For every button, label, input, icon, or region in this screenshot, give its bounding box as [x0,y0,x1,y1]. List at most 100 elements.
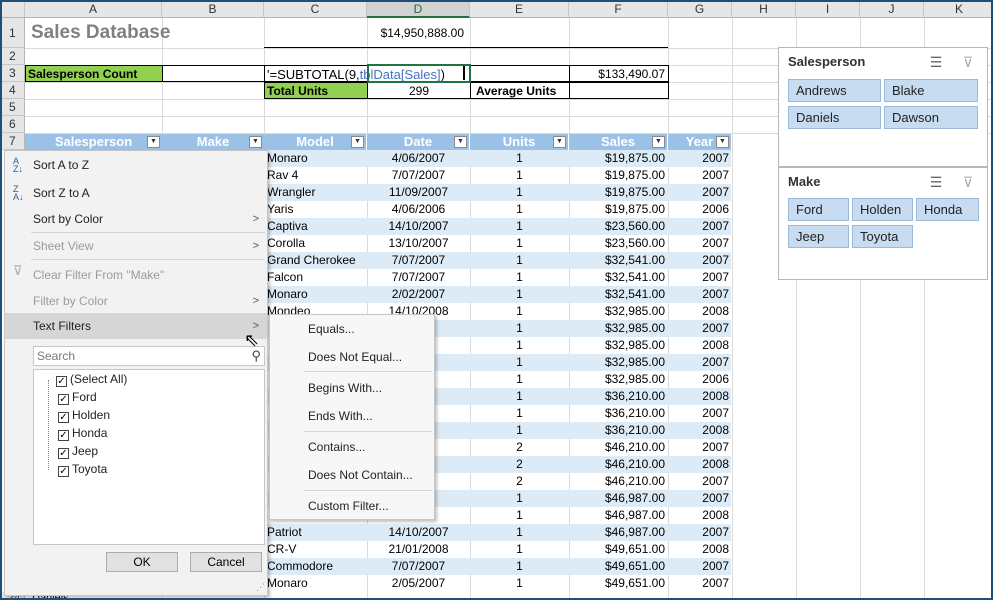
slicer-item-honda[interactable]: Honda [916,198,979,221]
table-cell-units[interactable]: 1 [470,371,569,388]
table-cell-year[interactable]: 2008 [668,337,732,354]
table-cell-units[interactable]: 2 [470,439,569,456]
table-cell-sales[interactable]: $36,210.00 [569,388,668,405]
filter-item-jeep[interactable]: ✓ Jeep [58,442,98,460]
table-cell-date[interactable]: 14/10/2007 [367,524,470,541]
table-cell-units[interactable]: 1 [470,422,569,439]
table-cell-units[interactable]: 1 [470,337,569,354]
table-cell-model[interactable]: Grand Cherokee [265,252,367,269]
table-cell-year[interactable]: 2007 [668,235,732,252]
table-cell-year[interactable]: 2007 [668,473,732,490]
column-header-i[interactable]: I [796,2,860,18]
slicer-item-jeep[interactable]: Jeep [788,225,849,248]
sort-z-to-a[interactable]: Z A↓ Sort Z to A [5,180,267,206]
table-cell-model[interactable]: Monaro [265,575,367,592]
table-cell-sales[interactable]: $46,210.00 [569,473,668,490]
table-cell-year[interactable]: 2007 [668,252,732,269]
table-cell-date[interactable]: 2/05/2007 [367,575,470,592]
checkbox-checked-icon[interactable]: ✓ [58,412,69,423]
table-cell-sales[interactable]: $23,560.00 [569,235,668,252]
table-header-make[interactable]: Make ▼ [162,134,265,150]
filter-equals[interactable]: Equals... [270,317,434,341]
table-cell-sales[interactable]: $19,875.00 [569,167,668,184]
filter-dropdown-icon[interactable]: ▼ [351,136,364,148]
average-units-label[interactable]: Average Units [470,82,570,99]
filter-item-toyota[interactable]: ✓ Toyota [58,460,107,478]
slicer-item-holden[interactable]: Holden [852,198,913,221]
f3-value[interactable]: $133,490.07 [569,65,669,82]
table-cell-units[interactable]: 1 [470,150,569,167]
slicer-item-ford[interactable]: Ford [788,198,849,221]
table-cell-sales[interactable]: $46,987.00 [569,507,668,524]
filter-begins-with[interactable]: Begins With... [270,376,434,400]
table-cell-units[interactable]: 2 [470,456,569,473]
table-cell-year[interactable]: 2008 [668,422,732,439]
table-cell-year[interactable]: 2007 [668,405,732,422]
table-cell-sales[interactable]: $49,651.00 [569,575,668,592]
table-cell-year[interactable]: 2007 [668,490,732,507]
table-cell-units[interactable]: 1 [470,167,569,184]
filter-dropdown-icon[interactable]: ▼ [652,136,665,148]
row-header-4[interactable]: 4 [2,82,25,99]
table-header-salesperson[interactable]: Salesperson ▼ [25,134,163,150]
table-cell-sales[interactable]: $32,541.00 [569,269,668,286]
filter-dropdown-icon[interactable]: ▼ [454,136,467,148]
select-all-corner[interactable] [2,2,25,18]
table-cell-units[interactable]: 1 [470,235,569,252]
table-cell-date[interactable]: 11/09/2007 [367,184,470,201]
checkbox-checked-icon[interactable]: ✓ [58,394,69,405]
table-cell-sales[interactable]: $46,210.00 [569,456,668,473]
table-cell-date[interactable]: 7/07/2007 [367,167,470,184]
table-cell-units[interactable]: 1 [470,507,569,524]
average-units-value[interactable] [569,82,669,99]
table-cell-date[interactable]: 7/07/2007 [367,252,470,269]
cancel-button[interactable]: Cancel [190,552,262,572]
column-header-f[interactable]: F [569,2,668,18]
table-cell-year[interactable]: 2008 [668,303,732,320]
table-cell-sales[interactable]: $46,987.00 [569,524,668,541]
table-cell-sales[interactable]: $32,985.00 [569,303,668,320]
table-cell-sales[interactable]: $32,985.00 [569,337,668,354]
text-filters[interactable]: Text Filters > [5,313,267,339]
table-cell-year[interactable]: 2007 [668,184,732,201]
filter-does-not-contain[interactable]: Does Not Contain... [270,463,434,487]
table-cell-date[interactable]: 21/01/2008 [367,541,470,558]
table-header-sales[interactable]: Sales ▼ [569,134,668,150]
table-cell-units[interactable]: 1 [470,558,569,575]
slicer-item-daniels[interactable]: Daniels [788,106,881,129]
slicer-item-toyota[interactable]: Toyota [852,225,913,248]
column-header-a[interactable]: A [25,2,162,18]
table-cell-year[interactable]: 2007 [668,286,732,303]
checkbox-checked-icon[interactable]: ✓ [58,430,69,441]
table-cell-year[interactable]: 2008 [668,541,732,558]
column-header-k[interactable]: K [924,2,991,18]
table-cell-units[interactable]: 1 [470,405,569,422]
filter-contains[interactable]: Contains... [270,435,434,459]
column-header-g[interactable]: G [668,2,732,18]
salesperson-count-label[interactable]: Salesperson Count [25,65,163,82]
checkbox-checked-icon[interactable]: ✓ [56,376,67,387]
table-cell-year[interactable]: 2007 [668,150,732,167]
table-cell-sales[interactable]: $23,560.00 [569,218,668,235]
table-cell-date[interactable]: 7/07/2007 [367,558,470,575]
slicer-item-andrews[interactable]: Andrews [788,79,881,102]
table-cell-year[interactable]: 2007 [668,167,732,184]
table-cell-year[interactable]: 2006 [668,371,732,388]
table-cell-units[interactable]: 1 [470,490,569,507]
table-cell-model[interactable]: Falcon [265,269,367,286]
filter-search-input[interactable]: Search ⚲ [33,346,265,366]
table-cell-sales[interactable]: $32,541.00 [569,252,668,269]
table-cell-units[interactable]: 1 [470,269,569,286]
table-cell-year[interactable]: 2007 [668,354,732,371]
d1-total[interactable]: $14,950,888.00 [367,25,467,42]
table-cell-units[interactable]: 1 [470,524,569,541]
table-cell-year[interactable]: 2008 [668,388,732,405]
table-cell-year[interactable]: 2007 [668,558,732,575]
filter-dropdown-icon[interactable]: ▼ [716,136,729,148]
table-cell-sales[interactable]: $46,987.00 [569,490,668,507]
ok-button[interactable]: OK [106,552,178,572]
table-cell-sales[interactable]: $49,651.00 [569,558,668,575]
table-cell-year[interactable]: 2007 [668,575,732,592]
table-cell-units[interactable]: 1 [470,218,569,235]
row-header-6[interactable]: 6 [2,116,25,133]
